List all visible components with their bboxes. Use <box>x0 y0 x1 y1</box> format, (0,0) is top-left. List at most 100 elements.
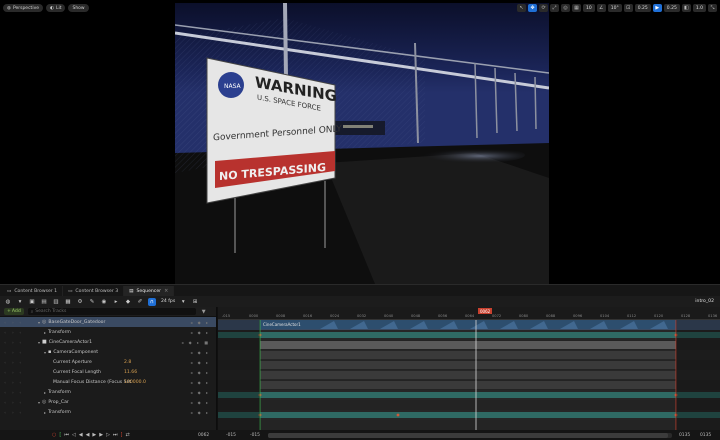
playback-icon[interactable]: ▸ <box>112 298 120 306</box>
next-key-icon[interactable]: ▷ <box>106 432 110 438</box>
key-nav-icons[interactable]: ◂ ◆ ▸ <box>190 400 210 405</box>
scale-value[interactable]: 0.25 <box>634 4 651 12</box>
timeline-scrollbar[interactable] <box>268 432 672 438</box>
property-section[interactable] <box>260 361 676 369</box>
play-reverse-icon[interactable]: ◀ <box>86 432 90 438</box>
track-row[interactable]: ◦ ◦ ◦ ▾ ◎ BaseGateDoor_Gatedoor ◂ ◆ ▸ <box>0 317 216 327</box>
tab-sequencer[interactable]: ▤ Sequencer × <box>124 286 175 296</box>
track-row[interactable]: ◦ ◦ ◦ Current Aperture 2.8 ◂ ◆ ▸ <box>0 357 216 367</box>
key-nav-icons[interactable]: ◂ ◆ ▸ <box>190 330 210 335</box>
key-nav-icons[interactable]: ◂ ◆ ▸ <box>190 370 210 375</box>
chevron-down-icon[interactable]: ▾ <box>38 400 40 405</box>
track-toggle-icons[interactable]: ◦ ◦ ◦ <box>4 350 24 355</box>
chevron-right-icon[interactable]: ▸ <box>44 410 46 415</box>
track-row[interactable]: ◦ ◦ ◦ ▸ Transform ◂ ◆ ▸ <box>0 387 216 397</box>
track-toggle-icons[interactable]: ◦ ◦ ◦ <box>4 330 24 335</box>
grid-snap-icon[interactable]: ▦ <box>572 4 582 12</box>
chevron-right-icon[interactable]: ▸ <box>44 330 46 335</box>
key-nav-icons[interactable]: ◂ ◆ ▸ <box>190 320 210 325</box>
prev-key-icon[interactable]: ◁ <box>72 432 76 438</box>
track-toggle-icons[interactable]: ◦ ◦ ◦ <box>4 380 24 385</box>
range-start-a[interactable]: -015 <box>226 432 236 439</box>
chevron-down-icon[interactable]: ▾ <box>38 320 40 325</box>
speed-value[interactable]: 1.0 <box>692 4 706 12</box>
wrench-icon[interactable]: ✎ <box>88 298 96 306</box>
dropdown-icon[interactable]: ▾ <box>16 298 24 306</box>
rotate-icon[interactable]: ⟳ <box>539 4 549 12</box>
transform-section[interactable] <box>260 392 676 398</box>
property-value[interactable]: 11.66 <box>124 370 137 375</box>
angle-value[interactable]: 10° <box>607 4 622 12</box>
search-tracks-input[interactable]: ⌕ Search Tracks <box>27 308 196 315</box>
transform-section[interactable] <box>260 332 676 338</box>
grid-value[interactable]: 10 <box>583 4 595 12</box>
keyframe-key[interactable] <box>396 413 400 417</box>
scale-snap-icon[interactable]: ⊡ <box>623 4 633 12</box>
property-value[interactable]: 2.8 <box>124 360 131 365</box>
track-toggle-icons[interactable]: ◦ ◦ ◦ <box>4 390 24 395</box>
close-icon[interactable]: × <box>164 288 168 294</box>
world-icon[interactable]: ◎ <box>561 4 571 12</box>
step-back-icon[interactable]: ◀ <box>79 432 83 438</box>
timeline-area[interactable]: 0062 -015 0000 0008 0016 0024 0032 0040 0048 005… <box>218 307 720 430</box>
eye-icon[interactable]: ◉ <box>100 298 108 306</box>
brush-icon[interactable]: ✐ <box>136 298 144 306</box>
track-toggle-icons[interactable]: ◦ ◦ ◦ <box>4 360 24 365</box>
settings-icon[interactable]: ⚙ <box>76 298 84 306</box>
perspective-button[interactable]: ◍ Perspective <box>3 4 43 12</box>
track-row[interactable]: ◦ ◦ ◦ ▸ Transform ◂ ◆ ▸ <box>0 407 216 417</box>
save-icon[interactable]: ▣ <box>28 298 36 306</box>
camera-icon[interactable]: ◧ <box>681 4 691 12</box>
level-viewport[interactable]: NASA WARNING U.S. SPACE FORCE Government… <box>0 0 720 284</box>
key-nav-icons[interactable]: ◂ ◆ ▸ <box>190 390 210 395</box>
fov-value[interactable]: 0.25 <box>663 4 680 12</box>
range-end-b[interactable]: 0135 <box>700 432 711 439</box>
fps-select[interactable]: 24 fps <box>161 299 175 304</box>
track-toggle-icons[interactable]: ◦ ◦ ◦ <box>4 320 24 325</box>
maximize-icon[interactable]: ⤡ <box>708 4 717 12</box>
track-row[interactable]: ◦ ◦ ◦ Current Focal Length 11.66 ◂ ◆ ▸ <box>0 367 216 377</box>
current-frame[interactable]: 0062 <box>198 432 209 439</box>
show-button[interactable]: Show <box>68 4 89 12</box>
camera-section[interactable] <box>260 341 676 349</box>
track-toggle-icons[interactable]: ◦ ◦ ◦ <box>4 340 24 345</box>
property-section[interactable] <box>260 351 676 359</box>
camera-speed-icon[interactable]: ▶ <box>652 4 662 12</box>
lit-button[interactable]: ◐ Lit <box>46 4 66 12</box>
add-track-button[interactable]: + Add <box>4 308 24 315</box>
key-nav-icons[interactable]: ◂ ◆ ▸ <box>190 380 210 385</box>
loop-icon[interactable]: ⇄ <box>125 432 129 438</box>
key-icon[interactable]: ◆ <box>124 298 132 306</box>
tab-content-browser-3[interactable]: ▭ Content Browser 3 <box>63 286 125 296</box>
step-forward-icon[interactable]: ▶ <box>99 432 103 438</box>
playhead-frame[interactable]: 0062 <box>478 308 493 314</box>
range-end-a[interactable]: 0135 <box>679 432 690 439</box>
snap-icon[interactable]: ∩ <box>148 297 156 306</box>
track-toggle-icons[interactable]: ◦ ◦ ◦ <box>4 410 24 415</box>
range-start-icon[interactable]: [ <box>59 432 61 438</box>
time-ruler[interactable]: 0062 -015 0000 0008 0016 0024 0032 0040 0048 005… <box>218 307 720 320</box>
filter-icon[interactable]: ▼ <box>202 309 206 315</box>
dropdown-icon[interactable]: ▾ <box>179 298 187 306</box>
property-section[interactable] <box>260 381 676 389</box>
property-value[interactable]: 100000.0 <box>124 380 146 385</box>
translate-icon[interactable]: ✥ <box>528 4 538 12</box>
key-nav-icons[interactable]: ◂ ◆ ▸ <box>190 410 210 415</box>
key-nav-icons[interactable]: ◂ ◆ ▸ <box>190 360 210 365</box>
track-row[interactable]: ◦ ◦ ◦ Manual Focus Distance (Focus Set 100… <box>0 377 216 387</box>
camera-icon[interactable]: ▦ <box>64 298 72 306</box>
range-end-icon[interactable]: ] <box>121 432 123 438</box>
scale-icon[interactable]: ⤢ <box>550 4 560 12</box>
skip-back-icon[interactable]: ⏮ <box>64 432 69 438</box>
chevron-down-icon[interactable]: ▾ <box>44 350 46 355</box>
key-nav-icons[interactable]: ◂ ◆ ▸ ■ <box>181 340 210 345</box>
tab-content-browser-1[interactable]: ▭ Content Browser 1 <box>2 286 64 296</box>
scrollbar-thumb[interactable] <box>268 432 668 438</box>
track-toggle-icons[interactable]: ◦ ◦ ◦ <box>4 400 24 405</box>
skip-forward-icon[interactable]: ⏭ <box>113 432 118 438</box>
range-start-b[interactable]: -015 <box>250 432 260 439</box>
track-row[interactable]: ◦ ◦ ◦ ▾ ▪ CameraComponent ◂ ◆ ▸ <box>0 347 216 357</box>
track-row[interactable]: ◦ ◦ ◦ ▸ Transform ◂ ◆ ▸ <box>0 327 216 337</box>
track-row[interactable]: ◦ ◦ ◦ ▾ ■ CineCameraActor1 ◂ ◆ ▸ ■ <box>0 337 216 347</box>
select-icon[interactable]: ↖ <box>517 4 527 12</box>
